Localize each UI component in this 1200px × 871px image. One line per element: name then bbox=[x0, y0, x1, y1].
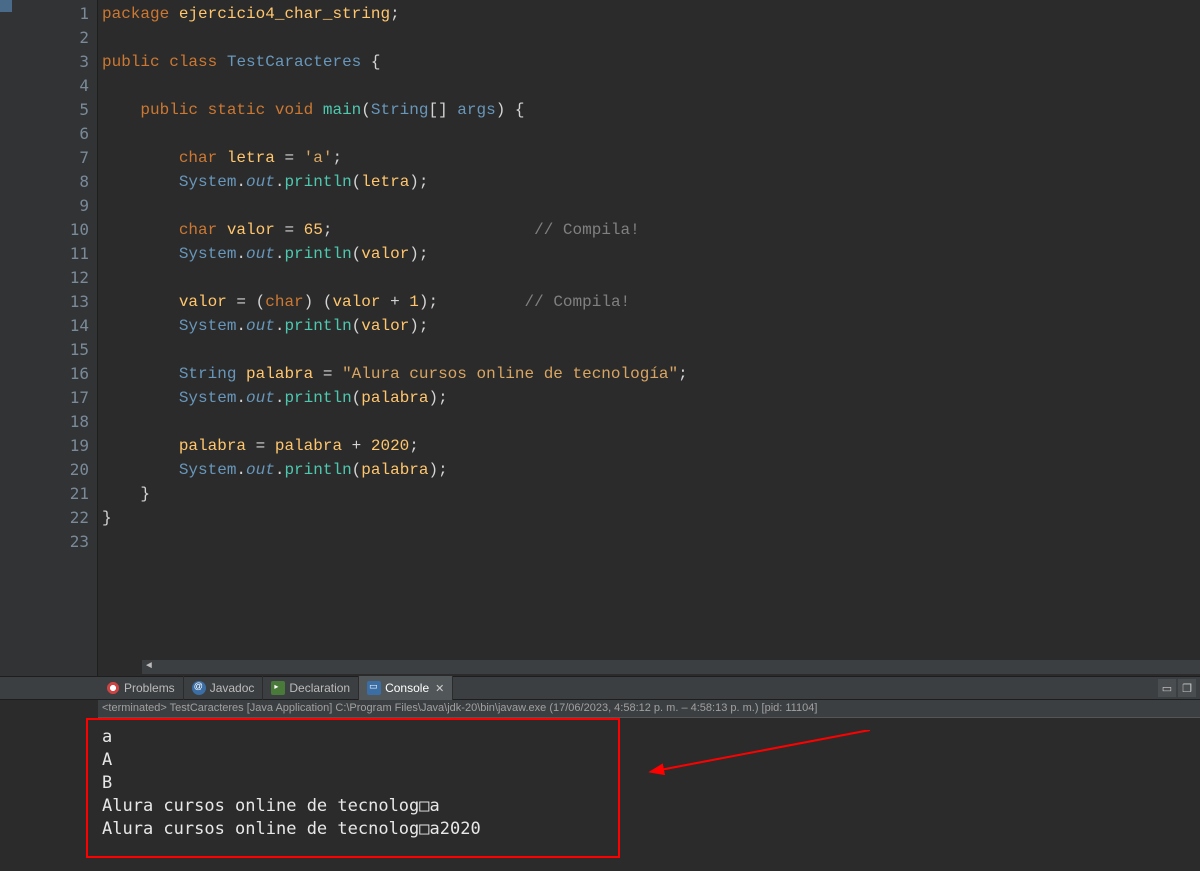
line-number: 5 bbox=[53, 98, 97, 122]
code-line[interactable]: package ejercicio4_char_string; bbox=[102, 2, 1200, 26]
tab-label: Declaration bbox=[289, 681, 350, 695]
tab-label: Javadoc bbox=[210, 681, 255, 695]
code-line[interactable] bbox=[102, 194, 1200, 218]
code-line[interactable]: System.out.println(palabra); bbox=[102, 458, 1200, 482]
tab-label: Console bbox=[385, 681, 429, 695]
code-line[interactable]: char letra = 'a'; bbox=[102, 146, 1200, 170]
line-number: 16 bbox=[53, 362, 97, 386]
code-line[interactable]: System.out.println(valor); bbox=[102, 314, 1200, 338]
line-number: 6 bbox=[53, 122, 97, 146]
line-number: 19 bbox=[53, 434, 97, 458]
scroll-left-arrow-icon[interactable]: ◄ bbox=[146, 661, 152, 672]
tab-declaration[interactable]: Declaration bbox=[263, 676, 359, 700]
line-number: 7 bbox=[53, 146, 97, 170]
code-line[interactable] bbox=[102, 74, 1200, 98]
tab-console[interactable]: Console ✕ bbox=[359, 676, 453, 700]
console-status: <terminated> TestCaracteres [Java Applic… bbox=[98, 700, 1200, 718]
code-line[interactable] bbox=[102, 410, 1200, 434]
maximize-panel-button[interactable]: ❐ bbox=[1178, 679, 1196, 697]
line-number: 18 bbox=[53, 410, 97, 434]
console-output[interactable]: a A B Alura cursos online de tecnolog□a … bbox=[98, 718, 1200, 871]
code-line[interactable]: public static void main(String[] args) { bbox=[102, 98, 1200, 122]
code-line[interactable]: palabra = palabra + 2020; bbox=[102, 434, 1200, 458]
code-line[interactable]: } bbox=[102, 506, 1200, 530]
tab-problems[interactable]: Problems bbox=[98, 676, 184, 700]
code-line[interactable]: System.out.println(valor); bbox=[102, 242, 1200, 266]
line-number: 22 bbox=[53, 506, 97, 530]
console-status-text: <terminated> TestCaracteres [Java Applic… bbox=[102, 702, 817, 714]
line-number: 2 bbox=[53, 26, 97, 50]
line-number: 13 bbox=[53, 290, 97, 314]
line-number: 4 bbox=[53, 74, 97, 98]
line-number: 21 bbox=[53, 482, 97, 506]
code-line[interactable]: public class TestCaracteres { bbox=[102, 50, 1200, 74]
code-line[interactable]: } bbox=[102, 482, 1200, 506]
problems-tab-icon bbox=[106, 681, 120, 695]
declaration-tab-icon bbox=[271, 681, 285, 695]
tab-label: Problems bbox=[124, 681, 175, 695]
code-line[interactable]: valor = (char) (valor + 1); // Compila! bbox=[102, 290, 1200, 314]
line-number: 9 bbox=[53, 194, 97, 218]
console-tab-icon bbox=[367, 681, 381, 695]
code-editor[interactable]: 1234567891011121314151617181920212223 pa… bbox=[0, 0, 1200, 676]
line-number: 15 bbox=[53, 338, 97, 362]
code-line[interactable]: System.out.println(letra); bbox=[102, 170, 1200, 194]
line-number: 23 bbox=[53, 530, 97, 554]
line-number: 1 bbox=[53, 2, 97, 26]
line-number: 12 bbox=[53, 266, 97, 290]
code-line[interactable]: System.out.println(palabra); bbox=[102, 386, 1200, 410]
line-number: 8 bbox=[53, 170, 97, 194]
line-number: 17 bbox=[53, 386, 97, 410]
code-line[interactable] bbox=[102, 530, 1200, 554]
code-content[interactable]: package ejercicio4_char_string; public c… bbox=[98, 0, 1200, 676]
minimize-panel-button[interactable]: ▭ bbox=[1158, 679, 1176, 697]
code-line[interactable]: char valor = 65; // Compila! bbox=[102, 218, 1200, 242]
line-number: 20 bbox=[53, 458, 97, 482]
bottom-panel-tabs: Problems Javadoc Declaration Console ✕ ▭ ❐ bbox=[0, 676, 1200, 700]
code-line[interactable] bbox=[102, 338, 1200, 362]
line-number: 10 bbox=[53, 218, 97, 242]
tab-javadoc[interactable]: Javadoc bbox=[184, 676, 264, 700]
code-line[interactable] bbox=[102, 26, 1200, 50]
line-number: 11 bbox=[53, 242, 97, 266]
code-line[interactable] bbox=[102, 122, 1200, 146]
editor-ruler: 1234567891011121314151617181920212223 bbox=[0, 0, 98, 676]
line-number-gutter: 1234567891011121314151617181920212223 bbox=[53, 0, 97, 676]
ruler-marker-icon bbox=[0, 0, 12, 12]
code-line[interactable] bbox=[102, 266, 1200, 290]
horizontal-scrollbar[interactable]: ◄ bbox=[142, 660, 1200, 674]
code-line[interactable]: String palabra = "Alura cursos online de… bbox=[102, 362, 1200, 386]
close-tab-icon[interactable]: ✕ bbox=[435, 682, 444, 695]
javadoc-tab-icon bbox=[192, 681, 206, 695]
line-number: 3 bbox=[53, 50, 97, 74]
line-number: 14 bbox=[53, 314, 97, 338]
